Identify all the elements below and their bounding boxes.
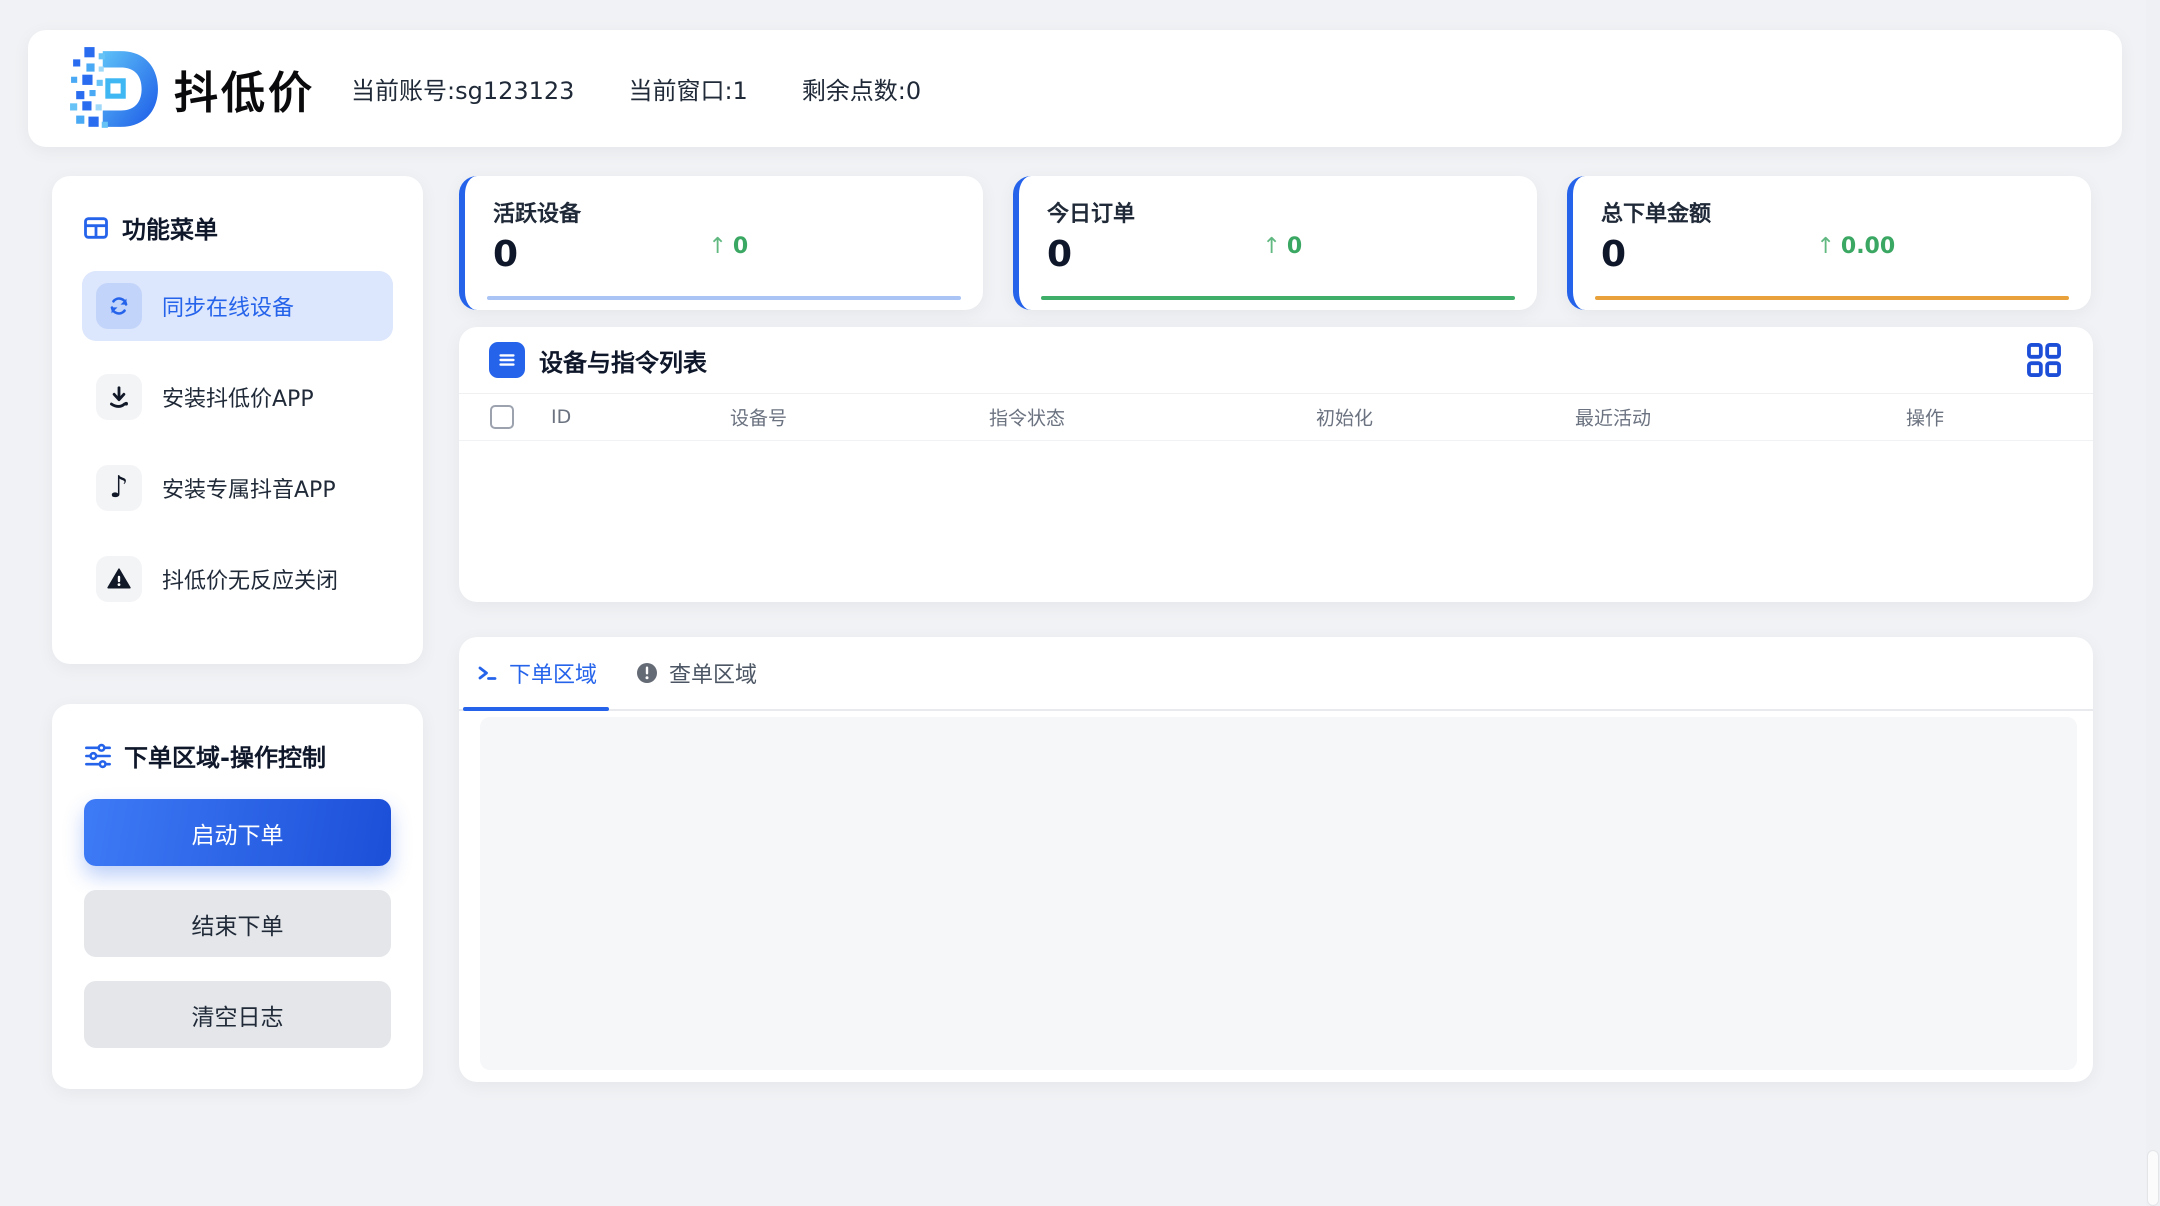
column-header-actions: 操作 [1906, 404, 1944, 431]
column-header-activity: 最近活动 [1575, 404, 1651, 431]
order-controls-card: 下单区域-操作控制 启动下单 结束下单 清空日志 [52, 704, 423, 1089]
sliders-icon [84, 742, 112, 770]
sidebar-item-install-doudijia-app[interactable]: 安装抖低价APP [82, 362, 393, 432]
stop-order-button[interactable]: 结束下单 [84, 890, 391, 957]
stat-accent-line [1595, 296, 2069, 300]
scrollbar-thumb[interactable] [2147, 1150, 2159, 1206]
app-logo: 抖低价 [68, 43, 315, 135]
column-header-id: ID [551, 406, 571, 428]
order-area-card: 下单区域 查单区域 [459, 637, 2093, 1082]
clear-log-button[interactable]: 清空日志 [84, 981, 391, 1048]
column-header-command: 指令状态 [989, 404, 1065, 431]
table-title: 设备与指令列表 [539, 343, 707, 378]
sidebar-item-install-douyin-app[interactable]: ♪ 安装专属抖音APP [82, 453, 393, 523]
stat-title: 总下单金额 [1601, 196, 2091, 228]
sidebar-item-sync-devices[interactable]: 同步在线设备 [82, 271, 393, 341]
grid-table-icon [82, 214, 110, 242]
alert-circle-icon [635, 661, 659, 685]
column-header-device: 设备号 [730, 404, 787, 431]
select-all-checkbox[interactable] [490, 405, 514, 429]
remaining-points-label: 剩余点数:0 [802, 71, 921, 106]
function-menu-card: 功能菜单 同步在线设备 安装 [52, 176, 423, 664]
order-controls-title: 下单区域-操作控制 [124, 738, 326, 773]
stat-accent-line [1041, 296, 1515, 300]
sidebar-item-force-close[interactable]: 抖低价无反应关闭 [82, 544, 393, 614]
current-account-label: 当前账号:sg123123 [351, 71, 574, 106]
header-bar: 抖低价 当前账号:sg123123 当前窗口:1 剩余点数:0 [28, 30, 2122, 147]
table-header: 设备与指令列表 [459, 327, 2093, 394]
current-window-label: 当前窗口:1 [628, 71, 747, 106]
tab-label: 下单区域 [509, 657, 597, 689]
up-arrow-icon: ↑ [1262, 234, 1280, 259]
sidebar-item-label: 安装专属抖音APP [162, 472, 336, 504]
download-icon [106, 384, 132, 410]
stat-accent-line [487, 296, 961, 300]
function-menu-title: 功能菜单 [122, 210, 218, 245]
order-log-panel [480, 717, 2077, 1070]
up-arrow-icon: ↑ [708, 234, 726, 259]
device-command-table-card: 设备与指令列表 ID 设备号 指令状态 初始化 最近活动 操作 [459, 327, 2093, 602]
stat-delta: ↑0.00 [1816, 234, 1895, 259]
terminal-icon [475, 661, 499, 685]
stat-delta: ↑0 [1262, 234, 1302, 259]
column-header-init: 初始化 [1316, 404, 1373, 431]
stat-title: 活跃设备 [493, 196, 983, 228]
table-title-group: 设备与指令列表 [489, 342, 707, 378]
table-column-header-row: ID 设备号 指令状态 初始化 最近活动 操作 [459, 394, 2093, 441]
stat-delta: ↑0 [708, 234, 748, 259]
list-icon [489, 342, 525, 378]
refresh-icon [106, 293, 132, 319]
sidebar-item-label: 安装抖低价APP [162, 381, 314, 413]
stat-card-active-devices: 活跃设备 0 ↑0 [459, 176, 983, 310]
grid-view-icon[interactable] [2025, 341, 2063, 379]
stat-card-today-orders: 今日订单 0 ↑0 [1013, 176, 1537, 310]
tab-order-area[interactable]: 下单区域 [463, 637, 609, 709]
sidebar-item-label: 抖低价无反应关闭 [162, 563, 338, 595]
vertical-scrollbar[interactable] [2146, 0, 2160, 1206]
order-controls-header: 下单区域-操作控制 [84, 738, 391, 773]
function-menu-header: 功能菜单 [82, 210, 393, 245]
app-logo-icon [68, 43, 160, 135]
up-arrow-icon: ↑ [1816, 234, 1834, 259]
stat-title: 今日订单 [1047, 196, 1537, 228]
start-order-button[interactable]: 启动下单 [84, 799, 391, 866]
tab-label: 查单区域 [669, 657, 757, 689]
sidebar-item-label: 同步在线设备 [162, 290, 294, 322]
music-note-icon: ♪ [109, 473, 128, 503]
app-title: 抖低价 [174, 57, 315, 121]
warning-icon [106, 566, 132, 592]
stat-card-total-amount: 总下单金额 0 ↑0.00 [1567, 176, 2091, 310]
tab-bar: 下单区域 查单区域 [459, 637, 2093, 711]
tab-check-area[interactable]: 查单区域 [623, 637, 769, 709]
